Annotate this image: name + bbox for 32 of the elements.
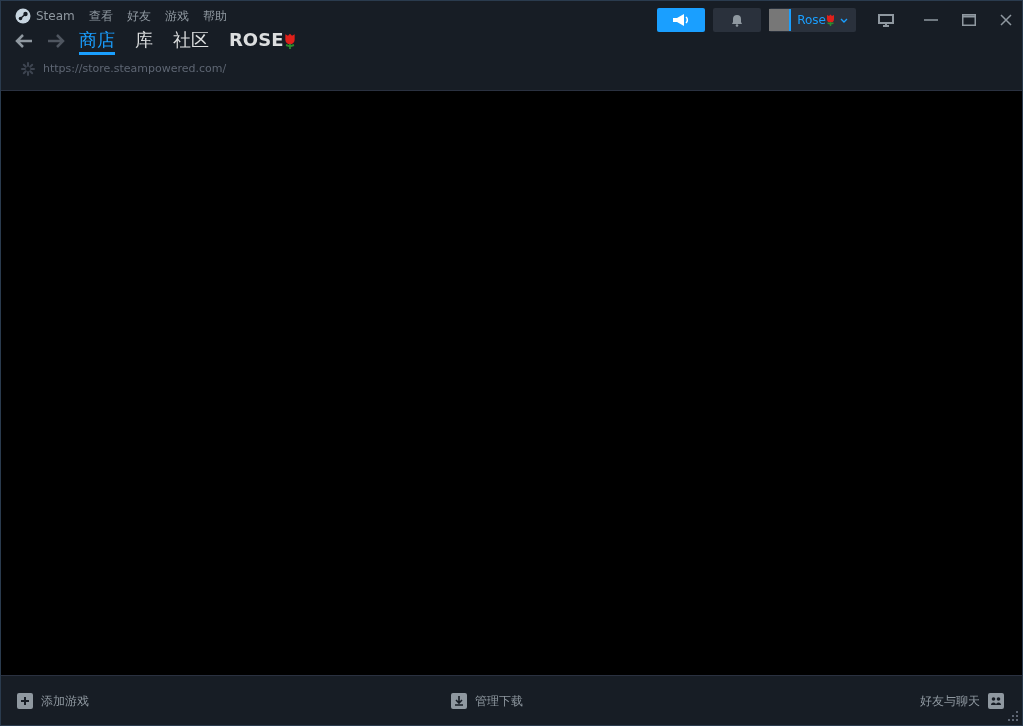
chevron-down-icon bbox=[840, 17, 848, 23]
bell-icon bbox=[731, 13, 744, 27]
account-menu-button[interactable]: Rose bbox=[769, 8, 856, 32]
monitor-icon[interactable] bbox=[878, 13, 894, 27]
avatar-photo-placeholder bbox=[769, 9, 792, 31]
menu-item[interactable]: 好友 bbox=[126, 6, 151, 25]
nav-tab[interactable]: 商店 bbox=[79, 27, 115, 55]
loading-spinner-icon bbox=[21, 62, 35, 76]
nav-tab[interactable]: ROSE bbox=[229, 27, 284, 55]
url-text: https://store.steampowered.com/ bbox=[43, 60, 227, 77]
menu-item[interactable]: 游戏 bbox=[164, 6, 189, 25]
friends-icon bbox=[988, 692, 1004, 709]
friends-chat-button[interactable]: 好友与聊天 bbox=[920, 691, 1004, 710]
megaphone-icon bbox=[672, 13, 691, 27]
notifications-button[interactable] bbox=[713, 8, 762, 32]
menu-item[interactable]: 帮助 bbox=[202, 6, 227, 25]
download-icon bbox=[451, 692, 467, 709]
rose-icon bbox=[284, 32, 297, 50]
manage-downloads-button[interactable]: 管理下载 bbox=[451, 691, 523, 710]
add-game-button[interactable]: 添加游戏 bbox=[17, 691, 89, 710]
rose-icon bbox=[826, 14, 835, 26]
nav-tab[interactable]: 库 bbox=[135, 27, 153, 55]
resize-grip-icon[interactable] bbox=[1007, 710, 1019, 722]
close-icon[interactable] bbox=[1000, 14, 1012, 26]
menu-item[interactable]: 查看 bbox=[88, 6, 113, 25]
nav-tab[interactable]: 社区 bbox=[173, 27, 209, 55]
announcements-button[interactable] bbox=[657, 8, 706, 32]
steam-menu[interactable]: Steam bbox=[15, 6, 75, 25]
steam-logo-icon bbox=[15, 7, 31, 24]
maximize-icon[interactable] bbox=[962, 14, 976, 26]
plus-icon bbox=[17, 692, 33, 709]
back-arrow-icon[interactable] bbox=[15, 33, 33, 49]
